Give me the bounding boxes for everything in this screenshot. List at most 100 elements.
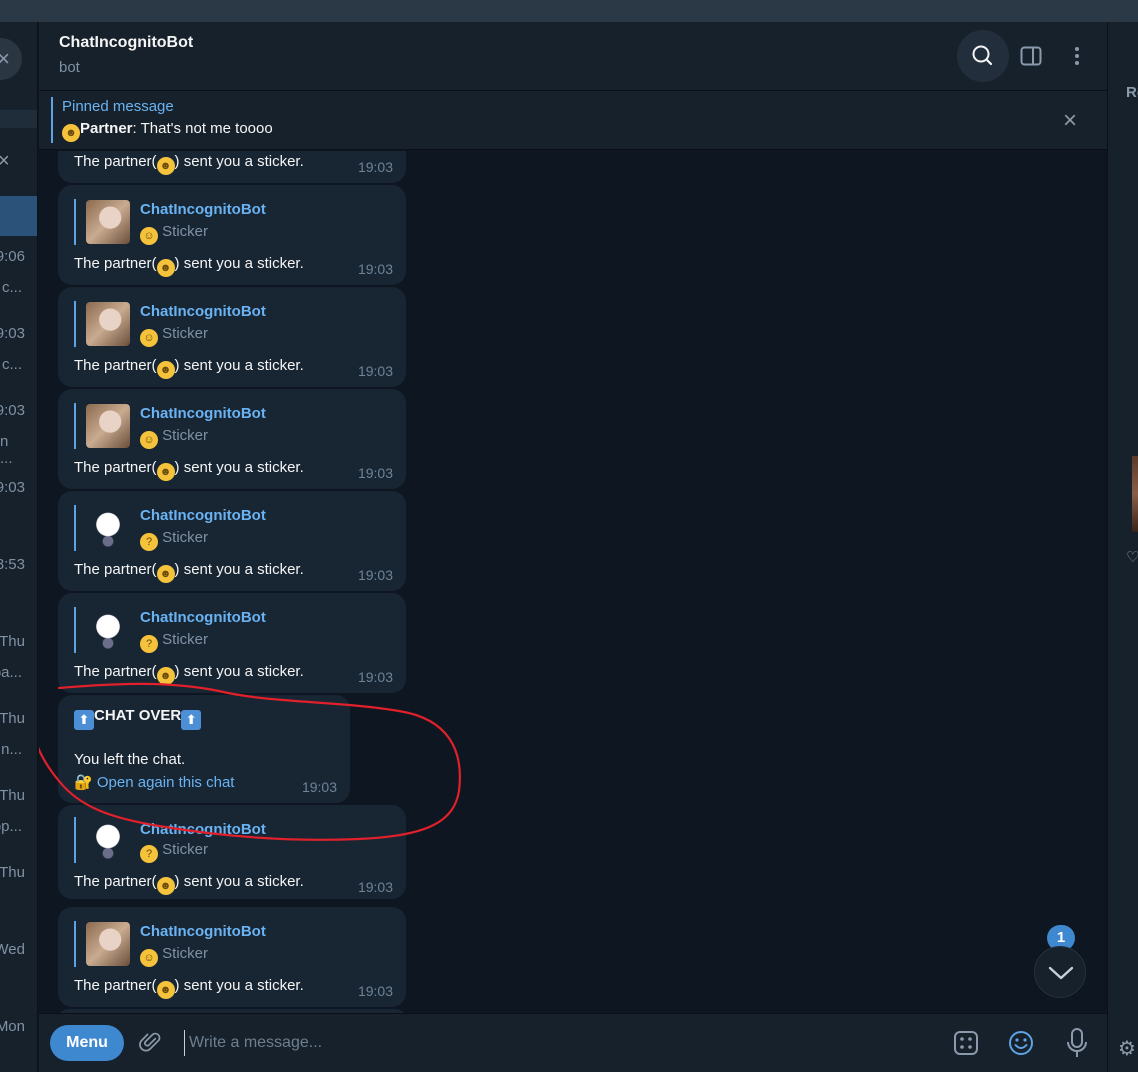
emoji-icon [1009,1031,1033,1055]
chat-item-time: Thu [0,864,25,881]
message-bubble[interactable]: ChatIncognitoBot ? Sticker The partner(☻… [58,491,406,591]
close-search-button[interactable]: × [0,38,22,80]
message-input[interactable] [184,1030,824,1056]
person-emoji-icon: ☻ [156,667,175,685]
chat-over-message[interactable]: ⬆ CHAT OVER ⬆ You left the chat. 🔐 Open ag… [58,695,350,803]
message-bubble[interactable]: ChatIncognitoBot ? Sticker The partner(☻… [58,593,406,693]
message-bubble[interactable]: ChatIncognitoBot ☺ Sticker The partner(☻… [58,907,406,1007]
pinned-message-bar[interactable]: Pinned message ☻ Partner: That's not me t… [39,90,1107,150]
pinned-label: Pinned message [62,98,174,115]
person-emoji-icon: ☻ [156,877,175,895]
reply-subtitle: ? Sticker [140,841,208,863]
chat-title[interactable]: ChatIncognitoBot [59,34,193,52]
reply-subtitle: ? Sticker [140,631,208,653]
close-pinned-button[interactable]: × [1063,107,1077,135]
message-text: The partner(☻) sent you a sticker. [74,873,304,895]
sticker-thumbnail [86,200,130,244]
more-vertical-icon [1075,47,1079,65]
chat-item-time: Thu [0,787,25,804]
reply-sender: ChatIncognitoBot [140,507,266,524]
commands-icon [954,1031,978,1055]
reply-sender: ChatIncognitoBot [140,923,266,940]
emoji-button[interactable] [1007,1029,1035,1057]
chat-item-time: 8:53 [0,556,25,573]
paperclip-icon [139,1032,161,1052]
sticker-thumbnail [86,506,130,550]
bot-menu-button[interactable]: Menu [50,1025,124,1061]
right-info-panel: Re ♡ ⚙ [1107,22,1138,1072]
person-emoji-icon: ☻ [156,981,175,999]
message-bubble[interactable]: ChatIncognitoBot ☺ Sticker The partner(☻… [58,389,406,489]
reply-preview[interactable]: ChatIncognitoBot ☺ Sticker [74,301,374,347]
right-panel-photo[interactable] [1132,456,1138,532]
reply-sender: ChatIncognitoBot [140,201,266,218]
pinned-text: ☻ Partner: That's not me toooo [62,120,273,142]
chat-header[interactable]: ChatIncognitoBot bot [39,22,1107,90]
person-emoji-icon: ☻ [156,463,175,481]
chat-item-time: 9:03 [0,325,25,342]
up-arrow-icon: ⬆ [181,710,202,730]
smile-emoji-icon: ☺ [140,227,158,245]
smile-emoji-icon: ☺ [140,431,158,449]
attach-button[interactable] [138,1030,164,1056]
bot-commands-button[interactable] [952,1029,980,1057]
sidebar-selected-chat[interactable] [0,196,37,236]
reply-preview[interactable]: ChatIncognitoBot ☺ Sticker [74,403,374,449]
open-chat-link[interactable]: 🔐 Open again this chat [74,773,234,791]
chat-item-snippet: pa... [0,664,22,681]
message-list[interactable]: The partner(☻) sent you a sticker. 19:03… [39,151,1107,1013]
gear-icon[interactable]: ⚙ [1118,1036,1136,1061]
sticker-thumbnail [86,302,130,346]
person-emoji-icon: ☻ [156,565,175,583]
reply-preview[interactable]: ChatIncognitoBot ? Sticker [74,817,374,863]
chat-item-time: 9:03 [0,402,25,419]
reply-sender: ChatIncognitoBot [140,821,266,838]
message-time: 19:03 [357,567,393,583]
clear-icon[interactable]: × [0,150,10,173]
person-emoji-icon: ☻ [62,124,80,142]
voice-record-button[interactable] [1063,1027,1091,1059]
more-options-button[interactable] [1065,44,1089,68]
message-bubble[interactable]: The partner(☻) sent you a sticker. 19:03 [58,151,406,183]
composer-bar[interactable]: Menu [39,1013,1107,1072]
window-top-strip [0,0,1138,22]
chat-item-time: Mon [0,1018,25,1035]
chat-over-text: You left the chat. [74,751,186,768]
reply-subtitle: ? Sticker [140,529,208,551]
chat-item-snippet: c... [1,279,22,296]
message-time: 19:03 [357,261,393,277]
message-time: 19:03 [357,983,393,999]
sidebar-toggle-button[interactable] [1019,44,1043,68]
reply-sender: ChatIncognitoBot [140,405,266,422]
chat-item-time: 9:03 [0,479,25,496]
thinking-emoji-icon: ? [140,635,158,653]
message-text: The partner(☻) sent you a sticker. [74,153,304,175]
message-text: The partner(☻) sent you a sticker. [74,561,304,583]
panel-icon [1020,46,1042,66]
reply-preview[interactable]: ChatIncognitoBot ☺ Sticker [74,199,374,245]
scroll-down-button[interactable] [1034,946,1086,998]
heart-icon[interactable]: ♡ [1126,548,1138,566]
message-text: The partner(☻) sent you a sticker. [74,357,304,379]
reply-subtitle: ☺ Sticker [140,325,208,347]
message-bubble[interactable]: ChatIncognitoBot ? Sticker The partner(☻… [58,805,406,899]
pinned-accent-bar [51,97,53,143]
search-button[interactable] [957,30,1009,82]
sticker-thumbnail [86,608,130,652]
message-text: The partner(☻) sent you a sticker. [74,977,304,999]
message-bubble[interactable]: ChatIncognitoBot ☺ Sticker The partner(☻… [58,185,406,285]
reply-subtitle: ☺ Sticker [140,945,208,967]
chat-list-sidebar[interactable]: × × 9:06 c... 9:03 c... 9:03 n ... 9:03 … [0,22,38,1072]
reply-preview[interactable]: ChatIncognitoBot ☺ Sticker [74,921,374,967]
message-time: 19:03 [357,879,393,895]
thinking-emoji-icon: ? [140,845,158,863]
reply-preview[interactable]: ChatIncognitoBot ? Sticker [74,505,374,551]
pinned-sender: Partner [80,120,133,137]
up-arrow-icon: ⬆ [74,710,94,730]
reply-preview[interactable]: ChatIncognitoBot ? Sticker [74,607,374,653]
message-bubble[interactable]: ChatIncognitoBot ☺ Sticker The partner(☻… [58,287,406,387]
chat-item-snippet: n ... [0,433,13,467]
right-panel-label: Re [1126,84,1138,101]
chat-item-snippet: n... [1,741,22,758]
chat-item-time: Wed [0,941,25,958]
